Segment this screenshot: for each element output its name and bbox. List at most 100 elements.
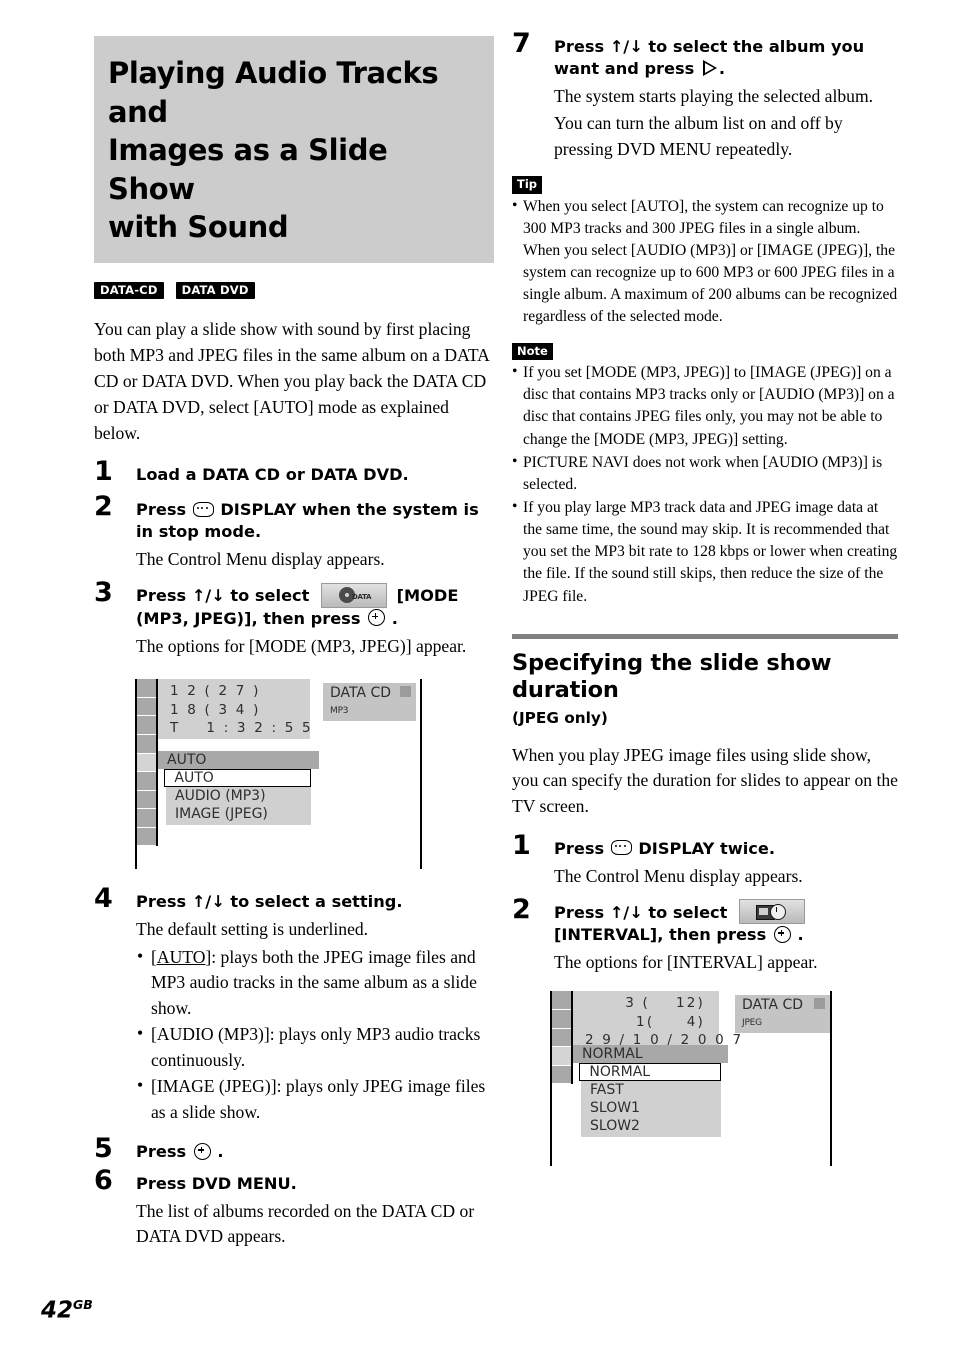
section-step-1-number: 1 (512, 829, 531, 861)
section-step-1: 1 Press DISPLAY twice. The Control Menu … (512, 832, 898, 889)
display-icon (610, 840, 632, 856)
left-column: Playing Audio Tracks and Images as a Sli… (94, 36, 494, 1250)
osd-icon-cell[interactable] (137, 753, 156, 773)
setting-image-jpeg: [IMAGE (JPEG)]: plays only JPEG image fi… (136, 1073, 494, 1125)
step-5: 5 Press . (94, 1135, 494, 1163)
section-heading: Specifying the slide show duration (512, 650, 898, 705)
osd-icon-cell[interactable] (552, 991, 571, 1010)
osd-interval-info-line-1: 3 ( 12) (625, 995, 705, 1012)
page-number-region: GB (73, 1297, 93, 1313)
osd-mode-option-image[interactable]: IMAGE (JPEG) (166, 805, 311, 823)
page-number: 42GB (41, 1297, 93, 1324)
chapter-intro: You can play a slide show with sound by … (94, 319, 489, 443)
step-3: 3 Press ↑/↓ to select DATA [MODE (MP3, J… (94, 579, 494, 659)
osd-icon-cell[interactable] (137, 716, 156, 735)
osd-interval-current-value: NORMAL (573, 1045, 728, 1064)
osd-interval-info: 3 ( 12) 1( 4) 2 9 / 1 0 / 2 0 0 7 (573, 991, 741, 1052)
osd-mode-disc-format: MP3 (330, 705, 349, 716)
tip-list: When you select [AUTO], the system can r… (512, 195, 898, 329)
badge-data-cd: DATA-CD (94, 281, 164, 300)
step-4-number: 4 (94, 883, 113, 915)
step-2-heading: Press DISPLAY when the system is in stop… (136, 499, 494, 543)
osd-interval-icon-column (552, 991, 573, 1085)
osd-interval-option-list: NORMAL FAST SLOW1 SLOW2 (579, 1063, 721, 1138)
enter-icon (193, 1142, 211, 1160)
step-2-body: The Control Menu display appears. (136, 548, 385, 569)
step-7-number: 7 (512, 28, 531, 59)
step-7-heading: Press ↑/↓ to select the album you want a… (554, 36, 898, 80)
osd-mode-icon-column (137, 679, 158, 847)
manual-page: Playing Audio Tracks and Images as a Sli… (0, 0, 954, 1352)
step-4-heading: Press ↑/↓ to select a setting. (136, 892, 403, 912)
page-title-line-3: with Sound (108, 210, 289, 245)
osd-interval-option-normal[interactable]: NORMAL (579, 1063, 721, 1082)
osd-interval-option-slow2[interactable]: SLOW2 (581, 1117, 721, 1135)
osd-interval-screen: 3 ( 12) 1( 4) 2 9 / 1 0 / 2 0 0 7 NORMAL… (550, 991, 832, 1167)
osd-interval-disc-title: DATA CD JPEG (742, 998, 824, 1029)
step-5-heading: Press . (136, 1141, 494, 1163)
page-title: Playing Audio Tracks and Images as a Sli… (94, 36, 494, 263)
enter-icon (368, 609, 386, 627)
step-3-heading: Press ↑/↓ to select DATA [MODE (MP3, JPE… (136, 582, 494, 629)
note-block: Note If you set [MODE (MP3, JPEG)] to [I… (512, 329, 898, 608)
step-1: 1 Load a DATA CD or DATA DVD. (94, 458, 494, 486)
osd-mode-option-auto[interactable]: AUTO (164, 769, 311, 788)
section-step-1-heading-pre: Press (554, 838, 610, 858)
clock-glyph (770, 904, 787, 921)
note-item-1: If you set [MODE (MP3, JPEG)] to [IMAGE … (512, 361, 898, 451)
play-icon (702, 60, 717, 77)
step-3-heading-post: . (386, 608, 398, 628)
step-4-settings-list: [AUTO]: plays both the JPEG image files … (136, 944, 494, 1126)
section-step-2: 2 Press ↑/↓ to select [INTERVAL], then p… (512, 896, 898, 975)
osd-mode-disc-label: DATA CD (330, 685, 392, 702)
mode-icon-label: DATA (352, 592, 372, 601)
note-list: If you set [MODE (MP3, JPEG)] to [IMAGE … (512, 361, 898, 608)
osd-icon-cell[interactable] (137, 827, 156, 847)
enter-icon (773, 925, 791, 943)
page-number-value: 42 (41, 1298, 74, 1324)
step-7-heading-post: . (718, 58, 726, 78)
osd-mode-option-audio[interactable]: AUDIO (MP3) (166, 787, 311, 805)
osd-icon-cell[interactable] (137, 697, 156, 717)
step-3-number: 3 (94, 577, 113, 609)
step-2-number: 2 (94, 491, 113, 523)
section-rule (512, 633, 898, 639)
step-6-number: 6 (94, 1164, 113, 1196)
osd-mode-info-line-3: T 1 : 3 2 : 5 5 (170, 719, 313, 736)
step-6: 6 Press DVD MENU. The list of albums rec… (94, 1167, 494, 1250)
right-column: 7 Press ↑/↓ to select the album you want… (512, 30, 898, 1167)
setting-audio-mp3: [AUDIO (MP3)]: plays only MP3 audio trac… (136, 1021, 494, 1073)
section-step-2-heading: Press ↑/↓ to select [INTERVAL], then pre… (554, 899, 898, 946)
osd-icon-cell[interactable] (137, 734, 156, 754)
step-4: 4 Press ↑/↓ to select a setting. The def… (94, 885, 494, 1126)
osd-icon-cell[interactable] (137, 809, 156, 828)
step-5-heading-pre: Press (136, 1142, 192, 1161)
osd-icon-cell[interactable] (137, 772, 156, 791)
badge-data-dvd: DATA DVD (175, 281, 255, 300)
section-step-1-body: The Control Menu display appears. (554, 865, 803, 886)
osd-mode-info-line-1: 1 2 ( 2 7 ) (170, 683, 261, 700)
osd-mode-disc-square (400, 686, 411, 698)
step-6-body: The list of albums recorded on the DATA … (136, 1200, 475, 1247)
osd-mode-info: 1 2 ( 2 7 ) 1 8 ( 3 4 ) T 1 : 3 2 : 5 5 (158, 679, 313, 740)
osd-icon-cell[interactable] (137, 790, 156, 810)
step-2: 2 Press DISPLAY when the system is in st… (94, 493, 494, 572)
tip-item: When you select [AUTO], the system can r… (512, 195, 898, 329)
osd-mode-screen: 1 2 ( 2 7 ) 1 8 ( 3 4 ) T 1 : 3 2 : 5 5 … (135, 679, 422, 870)
tip-block: Tip When you select [AUTO], the system c… (512, 162, 898, 328)
osd-icon-cell[interactable] (552, 1028, 571, 1048)
step-1-heading: Load a DATA CD or DATA DVD. (136, 465, 409, 485)
step-7-body-2: You can turn the album list on and off b… (554, 113, 843, 159)
osd-icon-cell[interactable] (552, 1010, 571, 1029)
osd-icon-cell[interactable] (552, 1065, 571, 1085)
step-6-heading: Press DVD MENU. (136, 1173, 297, 1193)
setting-auto-key: [AUTO] (151, 946, 212, 967)
note-label: Note (512, 342, 553, 361)
interval-icon (739, 899, 806, 925)
step-7-body-1: The system starts playing the selected a… (554, 85, 874, 106)
step-4-body: The default setting is underlined. (136, 919, 369, 939)
osd-icon-cell[interactable] (552, 1047, 571, 1066)
osd-icon-cell[interactable] (137, 679, 156, 698)
osd-interval-option-slow1[interactable]: SLOW1 (581, 1099, 721, 1117)
osd-interval-option-fast[interactable]: FAST (581, 1081, 721, 1099)
